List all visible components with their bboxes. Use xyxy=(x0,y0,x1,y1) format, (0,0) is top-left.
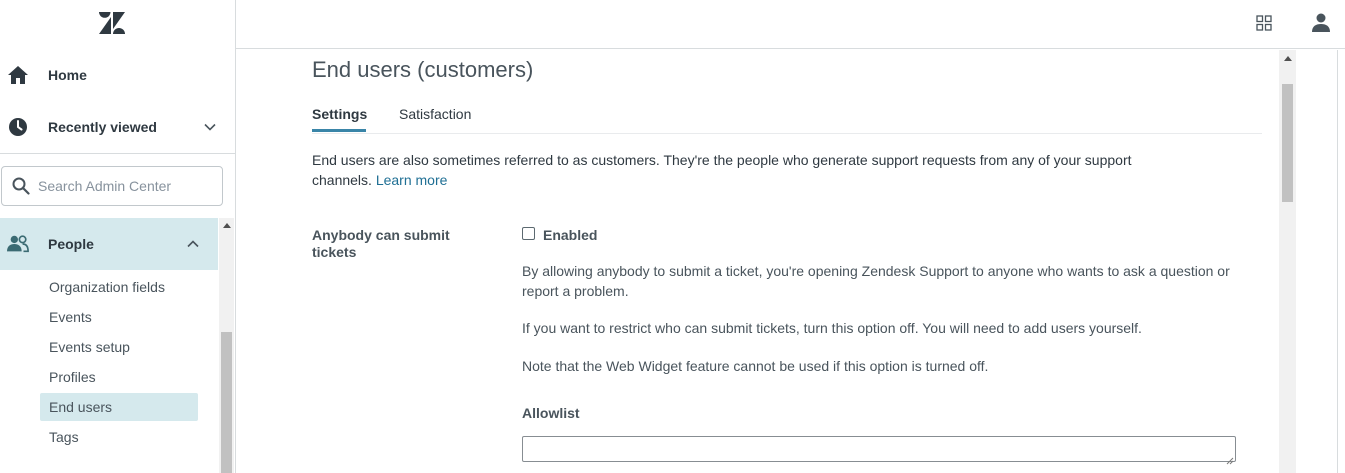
sidebar-item-end-users[interactable]: End users xyxy=(49,399,112,415)
resize-grip-icon[interactable] xyxy=(1226,452,1234,465)
nav-recently-viewed[interactable]: Recently viewed xyxy=(0,105,235,149)
sidebar-item-events-setup[interactable]: Events setup xyxy=(49,339,130,355)
search-icon xyxy=(12,177,30,195)
nav-recently-viewed-label: Recently viewed xyxy=(48,119,157,135)
clock-icon xyxy=(7,116,29,138)
sidebar: Home Recently viewed People Organization… xyxy=(0,0,236,473)
sidebar-scrollbar[interactable] xyxy=(219,218,234,473)
main-scrollbar[interactable] xyxy=(1279,50,1296,473)
search-input[interactable] xyxy=(38,175,218,197)
intro-text: End users are also sometimes referred to… xyxy=(312,150,1142,190)
nav-home[interactable]: Home xyxy=(0,53,235,97)
help-text-opening: By allowing anybody to submit a ticket, … xyxy=(522,263,1230,299)
nav-home-label: Home xyxy=(48,67,87,83)
search-box[interactable] xyxy=(1,166,223,206)
sidebar-item-tags[interactable]: Tags xyxy=(49,429,79,445)
sidebar-divider xyxy=(0,153,235,154)
user-profile-icon[interactable] xyxy=(1312,13,1330,33)
apps-grid-icon[interactable] xyxy=(1256,15,1272,31)
allowlist-textarea[interactable] xyxy=(522,436,1236,462)
scroll-up-arrow-icon[interactable] xyxy=(1284,56,1292,61)
help-text-restrict: If you want to restrict who can submit t… xyxy=(522,320,1142,336)
sidebar-item-events[interactable]: Events xyxy=(49,309,92,325)
tab-satisfaction[interactable]: Satisfaction xyxy=(399,106,471,122)
home-icon xyxy=(7,64,29,86)
right-panel-edge xyxy=(1337,50,1345,473)
top-bar xyxy=(236,0,1345,49)
allowlist-label: Allowlist xyxy=(522,405,580,421)
nav-people[interactable]: People xyxy=(0,218,218,270)
page-title: End users (customers) xyxy=(312,57,534,82)
main-scroll-thumb[interactable] xyxy=(1282,84,1293,202)
enabled-checkbox-label[interactable]: Enabled xyxy=(543,227,597,243)
chevron-up-icon[interactable] xyxy=(186,237,200,251)
sidebar-item-profiles[interactable]: Profiles xyxy=(49,369,96,385)
zendesk-logo-icon[interactable] xyxy=(99,12,125,34)
people-icon xyxy=(7,233,29,255)
learn-more-link[interactable]: Learn more xyxy=(376,172,448,188)
tabs-divider xyxy=(312,133,1262,134)
nav-people-label: People xyxy=(48,236,94,252)
active-tab-indicator xyxy=(312,129,366,132)
tab-settings[interactable]: Settings xyxy=(312,106,367,122)
field-label-anybody-can-submit: Anybody can submit tickets xyxy=(312,227,450,260)
sidebar-scroll-thumb[interactable] xyxy=(221,332,232,473)
sidebar-item-organization-fields[interactable]: Organization fields xyxy=(49,279,165,295)
scroll-up-arrow-icon[interactable] xyxy=(223,223,231,228)
chevron-down-icon[interactable] xyxy=(203,120,217,134)
help-text-web-widget: Note that the Web Widget feature cannot … xyxy=(522,358,989,374)
enabled-checkbox[interactable] xyxy=(522,227,535,240)
